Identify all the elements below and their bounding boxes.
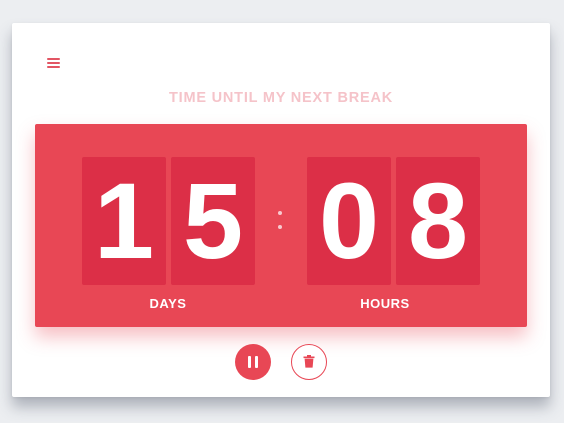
colon-separator-icon <box>278 211 284 233</box>
hours-label: HOURS <box>360 296 410 311</box>
timer-card: TIME UNTIL MY NEXT BREAK 1 5 0 8 DAYS HO… <box>12 23 550 397</box>
trash-icon <box>303 355 315 368</box>
days-label: DAYS <box>149 296 187 311</box>
page-title: TIME UNTIL MY NEXT BREAK <box>168 90 394 106</box>
delete-button[interactable] <box>291 344 327 380</box>
days-digit-tens: 1 <box>82 157 166 285</box>
countdown-panel: 1 5 0 8 DAYS HOURS <box>35 124 527 327</box>
menu-button[interactable] <box>44 54 64 72</box>
hours-digit-ones: 8 <box>396 157 480 285</box>
days-digit-ones: 5 <box>171 157 255 285</box>
hours-digit-tens: 0 <box>307 157 391 285</box>
pause-button[interactable] <box>235 344 271 380</box>
